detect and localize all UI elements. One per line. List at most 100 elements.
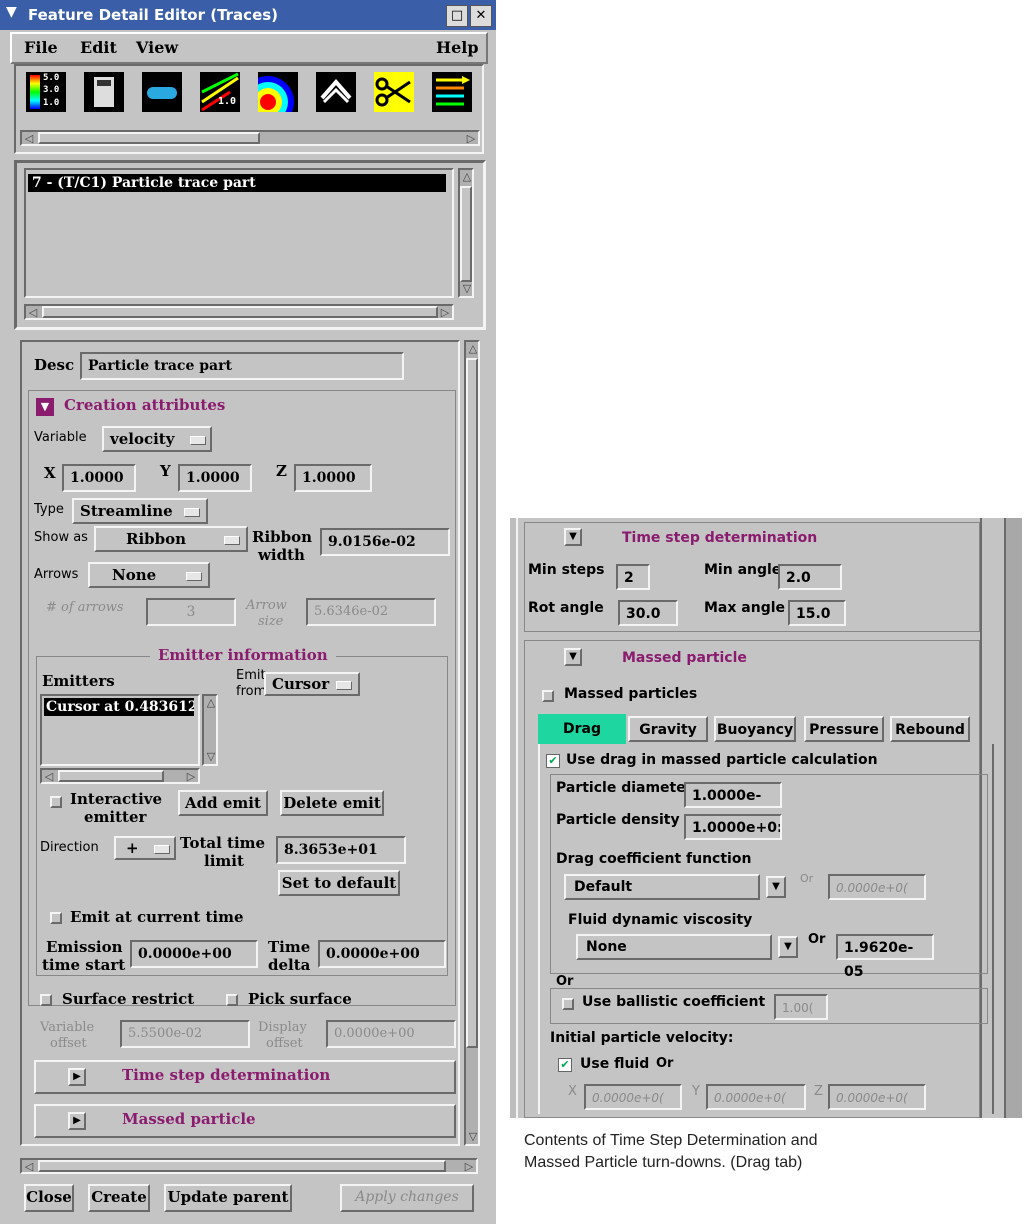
scroll-down-icon[interactable]: ▽ xyxy=(466,1130,480,1144)
scroll-down-icon[interactable]: ▽ xyxy=(204,750,218,764)
menu-view[interactable]: View xyxy=(136,38,178,57)
show-as-option-menu[interactable]: Ribbon xyxy=(94,526,248,552)
menu-edit[interactable]: Edit xyxy=(80,38,117,57)
attribute-vscroll[interactable]: △ ▽ xyxy=(464,340,480,1146)
emitter-list-hscroll[interactable]: ◁ ▷ xyxy=(40,768,200,784)
scrollbar-thumb[interactable] xyxy=(460,186,472,282)
close-icon[interactable]: ✕ xyxy=(470,5,492,27)
total-time-limit-field[interactable]: 8.3653e+01 xyxy=(276,836,406,864)
surface-restrict-checkbox[interactable] xyxy=(40,994,52,1006)
interactive-emitter-checkbox[interactable] xyxy=(50,796,62,808)
rot-angle-field[interactable]: 30.0 xyxy=(618,600,678,626)
num-arrows-field[interactable]: 3 xyxy=(146,598,236,626)
massed-particles-checkbox[interactable] xyxy=(542,690,554,702)
velocity-z-field[interactable]: 0.0000e+0( xyxy=(828,1084,926,1110)
calculator-icon[interactable] xyxy=(84,72,124,112)
color-legend-icon[interactable]: 5.0 3.0 1.0 xyxy=(26,72,66,112)
scroll-left-icon[interactable]: ◁ xyxy=(22,1160,36,1174)
display-offset-field[interactable]: 0.0000e+00 xyxy=(326,1020,456,1048)
use-ballistic-checkbox[interactable] xyxy=(562,998,574,1010)
y-field[interactable]: 1.0000 xyxy=(178,464,252,492)
expand-icon[interactable]: ▶ xyxy=(68,1112,86,1130)
min-steps-field[interactable]: 2 xyxy=(616,564,650,590)
emitter-list-item-selected[interactable]: Cursor at 0.483612 xyxy=(44,698,194,716)
tab-pressure[interactable]: Pressure xyxy=(804,716,884,742)
variable-option-menu[interactable]: velocity xyxy=(102,426,212,452)
drag-coefficient-field[interactable]: 0.0000e+0( xyxy=(828,874,926,900)
menu-file[interactable]: File xyxy=(24,38,58,57)
clip-scissors-icon[interactable] xyxy=(374,72,414,112)
scroll-up-icon[interactable]: △ xyxy=(204,696,218,710)
scroll-up-icon[interactable]: △ xyxy=(466,342,480,356)
scrollbar-thumb[interactable] xyxy=(58,770,164,782)
type-option-menu[interactable]: Streamline xyxy=(72,498,208,524)
use-fluid-checkbox[interactable]: ✔ xyxy=(558,1058,572,1072)
scrollbar-thumb[interactable] xyxy=(38,1160,446,1172)
scroll-left-icon[interactable]: ◁ xyxy=(26,306,40,320)
set-to-default-button[interactable]: Set to default xyxy=(278,870,400,896)
emitter-list-vscroll[interactable]: △ ▽ xyxy=(202,694,218,766)
scroll-left-icon[interactable]: ◁ xyxy=(42,770,56,784)
create-button[interactable]: Create xyxy=(88,1184,150,1212)
minimize-icon[interactable]: □ xyxy=(446,5,468,27)
max-angle-field[interactable]: 15.0 xyxy=(788,600,846,626)
apply-changes-button[interactable]: Apply changes xyxy=(340,1184,474,1212)
window-menu-icon[interactable]: ▼ xyxy=(6,4,17,20)
chevron-down-icon[interactable]: ▼ xyxy=(778,936,798,958)
bottom-hscroll[interactable]: ◁ ▷ xyxy=(20,1158,478,1174)
pick-surface-checkbox[interactable] xyxy=(226,994,238,1006)
particle-diameter-field[interactable]: 1.0000e-03 xyxy=(684,782,782,808)
particle-density-field[interactable]: 1.0000e+0: xyxy=(684,814,782,840)
contour-icon[interactable] xyxy=(242,72,298,128)
emission-time-start-field[interactable]: 0.0000e+00 xyxy=(130,940,258,968)
min-angle-field[interactable]: 2.0 xyxy=(778,564,842,590)
fluid-viscosity-field[interactable]: 1.9620e-05 xyxy=(836,934,934,980)
part-list-item-selected[interactable]: 7 - (T/C1) Particle trace part xyxy=(28,174,446,192)
add-emit-button[interactable]: Add emit xyxy=(178,790,268,816)
scroll-left-icon[interactable]: ◁ xyxy=(22,132,36,146)
tab-buoyancy[interactable]: Buoyancy xyxy=(714,716,796,742)
x-field[interactable]: 1.0000 xyxy=(62,464,136,492)
update-parent-button[interactable]: Update parent xyxy=(164,1184,292,1212)
scroll-right-icon[interactable]: ▷ xyxy=(464,132,478,146)
part-list-vscroll[interactable]: △ ▽ xyxy=(458,168,474,298)
scrollbar-thumb[interactable] xyxy=(466,358,478,1048)
arrow-size-field[interactable]: 5.6346e-02 xyxy=(306,598,436,626)
delete-emit-button[interactable]: Delete emit xyxy=(280,790,384,816)
isosurface-icon[interactable]: 1.0 xyxy=(200,72,240,112)
collapse-icon[interactable]: ▼ xyxy=(564,648,582,666)
velocity-y-field[interactable]: 0.0000e+0( xyxy=(706,1084,806,1110)
part-list-hscroll[interactable]: ◁ ▷ xyxy=(24,304,454,320)
scroll-right-icon[interactable]: ▷ xyxy=(438,306,452,320)
panel-right-scrollbar[interactable] xyxy=(1004,518,1022,1118)
direction-option-menu[interactable]: + xyxy=(114,836,176,860)
tab-rebound[interactable]: Rebound xyxy=(890,716,970,742)
time-delta-field[interactable]: 0.0000e+00 xyxy=(318,940,446,968)
scroll-right-icon[interactable]: ▷ xyxy=(462,1160,476,1174)
emit-from-option-menu[interactable]: Cursor xyxy=(264,672,360,696)
fluid-viscosity-select[interactable]: None xyxy=(576,934,772,960)
drag-coefficient-select[interactable]: Default xyxy=(564,874,760,900)
elevated-surface-icon[interactable] xyxy=(316,72,356,112)
use-drag-checkbox[interactable]: ✔ xyxy=(546,754,560,768)
scroll-down-icon[interactable]: ▽ xyxy=(460,282,474,296)
scrollbar-thumb[interactable] xyxy=(42,306,438,318)
velocity-x-field[interactable]: 0.0000e+0( xyxy=(584,1084,682,1110)
menu-help[interactable]: Help xyxy=(436,38,479,57)
scroll-up-icon[interactable]: △ xyxy=(460,170,474,184)
scrollbar-thumb[interactable] xyxy=(38,132,260,144)
toolbar-scrollbar[interactable]: ◁ ▷ xyxy=(20,130,480,146)
close-button[interactable]: Close xyxy=(24,1184,74,1212)
tab-drag[interactable]: Drag xyxy=(538,714,626,744)
tab-gravity[interactable]: Gravity xyxy=(628,716,708,742)
collapse-icon[interactable]: ▼ xyxy=(564,528,582,546)
particle-trace-icon[interactable] xyxy=(432,72,472,112)
car-model-icon[interactable] xyxy=(142,72,182,112)
expand-icon[interactable]: ▶ xyxy=(68,1068,86,1086)
ribbon-width-field[interactable]: 9.0156e-02 xyxy=(320,528,450,556)
ballistic-field[interactable]: 1.00( xyxy=(774,994,828,1020)
title-bar[interactable]: ▼ Feature Detail Editor (Traces) □ ✕ xyxy=(0,0,496,30)
collapse-icon[interactable]: ▼ xyxy=(36,398,54,416)
emit-at-current-time-checkbox[interactable] xyxy=(50,912,62,924)
desc-field[interactable]: Particle trace part xyxy=(80,352,404,380)
